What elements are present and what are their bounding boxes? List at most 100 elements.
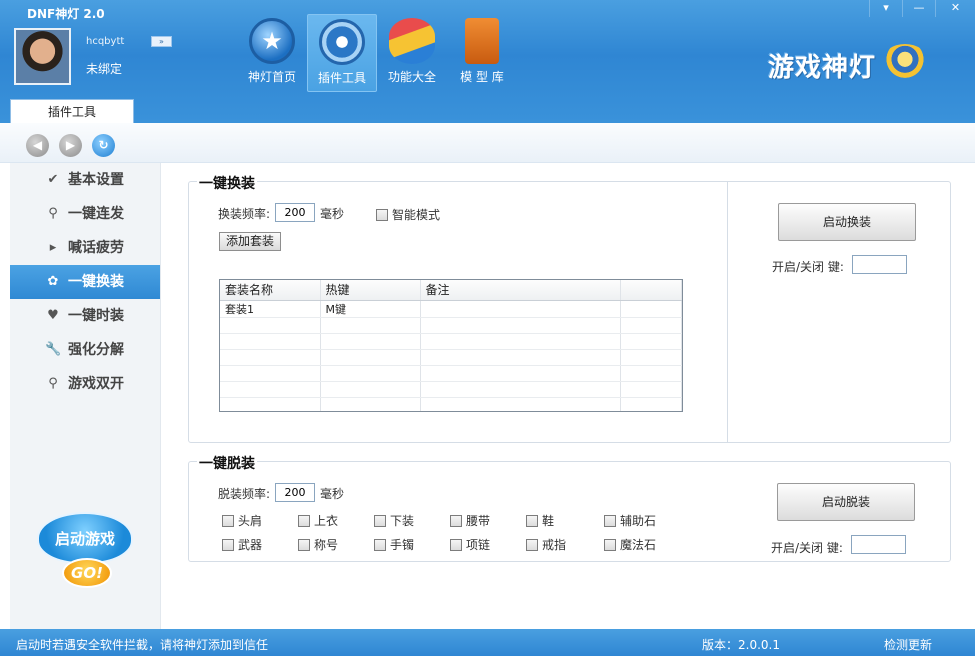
table-row[interactable]: 套装1 M键 bbox=[220, 300, 682, 318]
cell-note bbox=[420, 381, 621, 398]
back-icon[interactable]: ◀ bbox=[26, 134, 49, 157]
equip-toggle-key-input[interactable] bbox=[852, 255, 907, 274]
menu-dropdown-icon[interactable]: ▾ bbox=[869, 0, 902, 17]
app-title: DNF神灯 2.0 bbox=[27, 7, 105, 21]
slot-label: 鞋 bbox=[542, 514, 555, 528]
slot-label: 武器 bbox=[238, 538, 263, 552]
cell-hotkey bbox=[320, 381, 421, 398]
nav-functions-label: 功能大全 bbox=[387, 70, 436, 84]
cell-blank bbox=[620, 397, 682, 411]
equip-freq-input[interactable] bbox=[275, 203, 315, 222]
sidebar-item-basic-settings[interactable]: ✔ 基本设置 bbox=[10, 163, 160, 197]
unequip-freq-unit: 毫秒 bbox=[320, 487, 345, 501]
table-row[interactable] bbox=[220, 333, 682, 350]
sidebar-item-dual-launch[interactable]: ⚲ 游戏双开 bbox=[10, 367, 160, 401]
checkbox-box bbox=[374, 514, 386, 527]
toolbar: ◀ ▶ ↻ bbox=[0, 123, 975, 163]
column-header-blank bbox=[620, 280, 682, 301]
avatar[interactable] bbox=[14, 28, 71, 85]
cell-outfit-name bbox=[220, 349, 321, 366]
slot-checkbox-bracelet[interactable]: 手镯 bbox=[374, 536, 414, 553]
column-header-hotkey[interactable]: 热键 bbox=[320, 280, 421, 301]
plugin-gear-icon bbox=[319, 19, 365, 65]
close-button[interactable]: ✕ bbox=[935, 0, 975, 17]
checkbox-box bbox=[604, 538, 616, 551]
slot-label: 辅助石 bbox=[620, 514, 657, 528]
username: hcqbytt bbox=[86, 36, 125, 47]
start-equip-button[interactable]: 启动换装 bbox=[778, 203, 916, 241]
checkbox-box bbox=[604, 514, 616, 527]
smart-mode-label: 智能模式 bbox=[392, 208, 441, 222]
slot-checkbox-weapon[interactable]: 武器 bbox=[222, 536, 262, 553]
cell-hotkey bbox=[320, 349, 421, 366]
refresh-icon[interactable]: ↻ bbox=[92, 134, 115, 157]
nav-home-label: 神灯首页 bbox=[247, 70, 296, 84]
nav-plugin-tools[interactable]: 插件工具 bbox=[307, 14, 377, 92]
function-disc-icon bbox=[389, 18, 435, 64]
start-unequip-button[interactable]: 启动脱装 bbox=[777, 483, 915, 521]
table-row[interactable] bbox=[220, 381, 682, 398]
table-row[interactable] bbox=[220, 317, 682, 334]
main-content: 一键换装 换装频率: 毫秒 智能模式 添加套装 套装名称 热键 备注 bbox=[161, 163, 975, 629]
quick-equip-title: 一键换装 bbox=[197, 173, 257, 193]
nav-functions[interactable]: 功能大全 bbox=[377, 14, 447, 92]
sidebar-item-shout-fatigue[interactable]: ▸ 喊话疲劳 bbox=[10, 231, 160, 265]
tab-plugin-tools[interactable]: 插件工具 bbox=[10, 99, 134, 124]
slot-checkbox-bottom[interactable]: 下装 bbox=[374, 512, 414, 529]
equip-freq-unit: 毫秒 bbox=[320, 207, 345, 221]
cell-blank bbox=[620, 381, 682, 398]
quick-unequip-panel: 一键脱装 脱装频率: 毫秒 头肩 上衣 下装 腰带 鞋 辅助石 武器 称号 手镯… bbox=[188, 453, 951, 562]
search-icon: ⚲ bbox=[48, 376, 58, 391]
cell-outfit-name bbox=[220, 365, 321, 382]
cell-outfit-name bbox=[220, 397, 321, 411]
start-game-button[interactable]: 启动游戏 GO! bbox=[37, 512, 137, 598]
status-message: 启动时若遇安全软件拦截，请将神灯添加到信任 bbox=[16, 638, 269, 652]
cell-hotkey bbox=[320, 317, 421, 334]
sidebar-item-rapid-fire[interactable]: ⚲ 一键连发 bbox=[10, 197, 160, 231]
bind-status[interactable]: 未绑定 bbox=[86, 60, 122, 77]
nav-home[interactable]: ★ 神灯首页 bbox=[237, 14, 307, 92]
slot-checkbox-title[interactable]: 称号 bbox=[298, 536, 338, 553]
table-row[interactable] bbox=[220, 397, 682, 411]
slot-checkbox-magic-stone[interactable]: 魔法石 bbox=[604, 536, 656, 553]
cell-blank bbox=[620, 317, 682, 334]
slot-checkbox-ring[interactable]: 戒指 bbox=[526, 536, 566, 553]
add-outfit-button[interactable]: 添加套装 bbox=[219, 232, 282, 251]
cell-hotkey: M键 bbox=[320, 300, 421, 318]
sidebar-item-label: 一键换装 bbox=[68, 274, 124, 290]
outfit-table: 套装名称 热键 备注 套装1 M键 bbox=[219, 279, 683, 412]
quick-equip-controls: 启动换装 开启/关闭 键: bbox=[727, 182, 950, 442]
minimize-button[interactable]: — bbox=[902, 0, 935, 17]
slot-label: 头肩 bbox=[238, 514, 263, 528]
cell-note bbox=[420, 317, 621, 334]
table-row[interactable] bbox=[220, 365, 682, 382]
equip-toggle-label: 开启/关闭 键: bbox=[772, 260, 844, 274]
unequip-toggle-key-input[interactable] bbox=[851, 535, 906, 554]
column-header-outfit-name[interactable]: 套装名称 bbox=[220, 280, 321, 301]
cell-note bbox=[420, 333, 621, 350]
slot-label: 魔法石 bbox=[620, 538, 657, 552]
nav-model-library[interactable]: 模 型 库 bbox=[447, 14, 517, 92]
slot-checkbox-head[interactable]: 头肩 bbox=[222, 512, 262, 529]
slot-checkbox-belt[interactable]: 腰带 bbox=[450, 512, 490, 529]
sidebar-item-quick-equip[interactable]: ✿ 一键换装 bbox=[10, 265, 160, 299]
sidebar-item-enhance-disassemble[interactable]: 🔧 强化分解 bbox=[10, 333, 160, 367]
cell-note bbox=[420, 397, 621, 411]
column-header-note[interactable]: 备注 bbox=[420, 280, 621, 301]
cell-blank bbox=[620, 333, 682, 350]
user-expand-button[interactable]: » bbox=[151, 36, 172, 47]
quick-unequip-title: 一键脱装 bbox=[197, 453, 257, 473]
sidebar-item-quick-fashion[interactable]: ♥ 一键时装 bbox=[10, 299, 160, 333]
slot-checkbox-top[interactable]: 上衣 bbox=[298, 512, 338, 529]
check-update-link[interactable]: 检测更新 bbox=[884, 636, 932, 653]
checkbox-box bbox=[450, 538, 462, 551]
smart-mode-checkbox[interactable]: 智能模式 bbox=[376, 206, 440, 223]
unequip-freq-input[interactable] bbox=[275, 483, 315, 502]
slot-checkbox-shoes[interactable]: 鞋 bbox=[526, 512, 554, 529]
table-row[interactable] bbox=[220, 349, 682, 366]
cell-outfit-name bbox=[220, 333, 321, 350]
slot-label: 上衣 bbox=[314, 514, 339, 528]
forward-icon[interactable]: ▶ bbox=[59, 134, 82, 157]
slot-checkbox-necklace[interactable]: 项链 bbox=[450, 536, 490, 553]
slot-checkbox-support-stone[interactable]: 辅助石 bbox=[604, 512, 656, 529]
